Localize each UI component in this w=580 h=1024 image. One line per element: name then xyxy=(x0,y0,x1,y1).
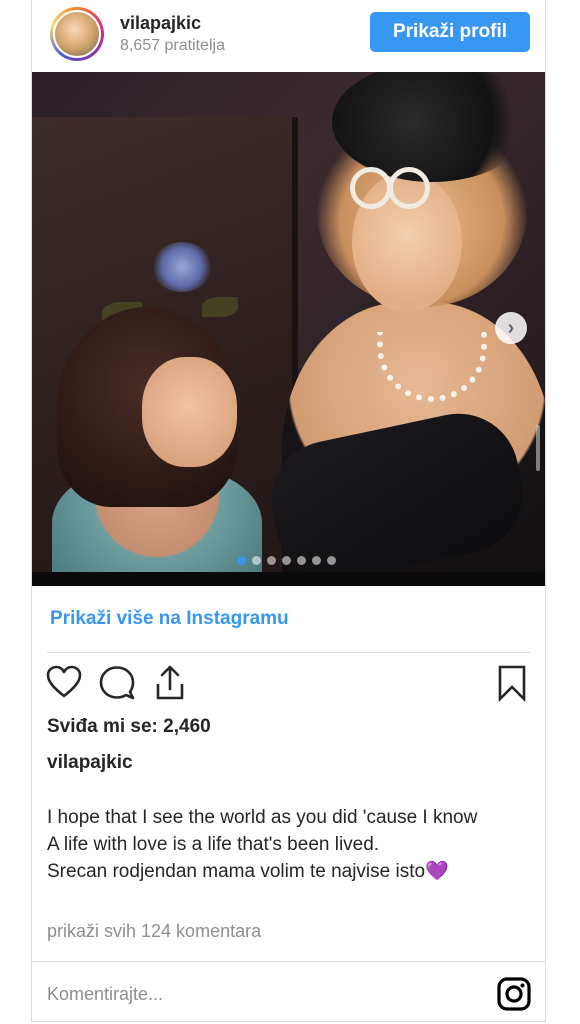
carousel-dot[interactable] xyxy=(267,556,276,565)
instagram-logo-icon[interactable] xyxy=(497,977,531,1011)
glasses xyxy=(388,167,430,209)
view-profile-button[interactable]: Prikaži profil xyxy=(370,12,530,52)
action-bar xyxy=(46,664,531,704)
avatar-image xyxy=(53,10,101,58)
caption-line: A life with love is a life that's been l… xyxy=(47,834,380,855)
post-photo[interactable]: › xyxy=(32,72,545,586)
share-icon[interactable] xyxy=(152,664,188,702)
divider xyxy=(32,961,545,962)
comment-input[interactable] xyxy=(47,978,447,1010)
post-header: vilapajkic 8,657 pratitelja Prikaži prof… xyxy=(32,0,545,72)
avatar[interactable] xyxy=(50,7,104,61)
photo-bottom-bar xyxy=(32,572,545,586)
heart-icon[interactable] xyxy=(46,664,82,702)
bookmark-icon[interactable] xyxy=(494,664,530,702)
carousel-dot[interactable] xyxy=(252,556,261,565)
caption-username[interactable]: vilapajkic xyxy=(47,752,133,774)
carousel-dot[interactable] xyxy=(297,556,306,565)
view-all-comments-link[interactable]: prikaži svih 124 komentara xyxy=(47,921,261,942)
like-count[interactable]: Sviđa mi se: 2,460 xyxy=(47,716,211,738)
flower-decoration xyxy=(152,242,212,292)
carousel-dot[interactable] xyxy=(282,556,291,565)
leaf-decoration xyxy=(202,297,238,317)
follower-count: 8,657 pratitelja xyxy=(120,37,225,54)
caption-line: Srecan rodjendan mama volim te najvise i… xyxy=(47,861,449,882)
username[interactable]: vilapajkic xyxy=(120,13,201,34)
divider xyxy=(47,652,530,653)
comment-icon[interactable] xyxy=(99,664,135,702)
instagram-embed-card: vilapajkic 8,657 pratitelja Prikaži prof… xyxy=(31,0,546,1022)
carousel-dot[interactable] xyxy=(237,556,246,565)
scroll-indicator xyxy=(536,425,540,471)
caption-line: I hope that I see the world as you did '… xyxy=(47,807,478,828)
view-more-on-instagram-link[interactable]: Prikaži više na Instagramu xyxy=(50,608,289,630)
carousel-dot[interactable] xyxy=(312,556,321,565)
chevron-right-icon[interactable]: › xyxy=(495,312,527,344)
glasses xyxy=(350,167,392,209)
caption-text: I hope that I see the world as you did '… xyxy=(47,804,517,885)
carousel-dot[interactable] xyxy=(327,556,336,565)
carousel-dots xyxy=(237,556,336,565)
girl-face xyxy=(142,357,237,467)
